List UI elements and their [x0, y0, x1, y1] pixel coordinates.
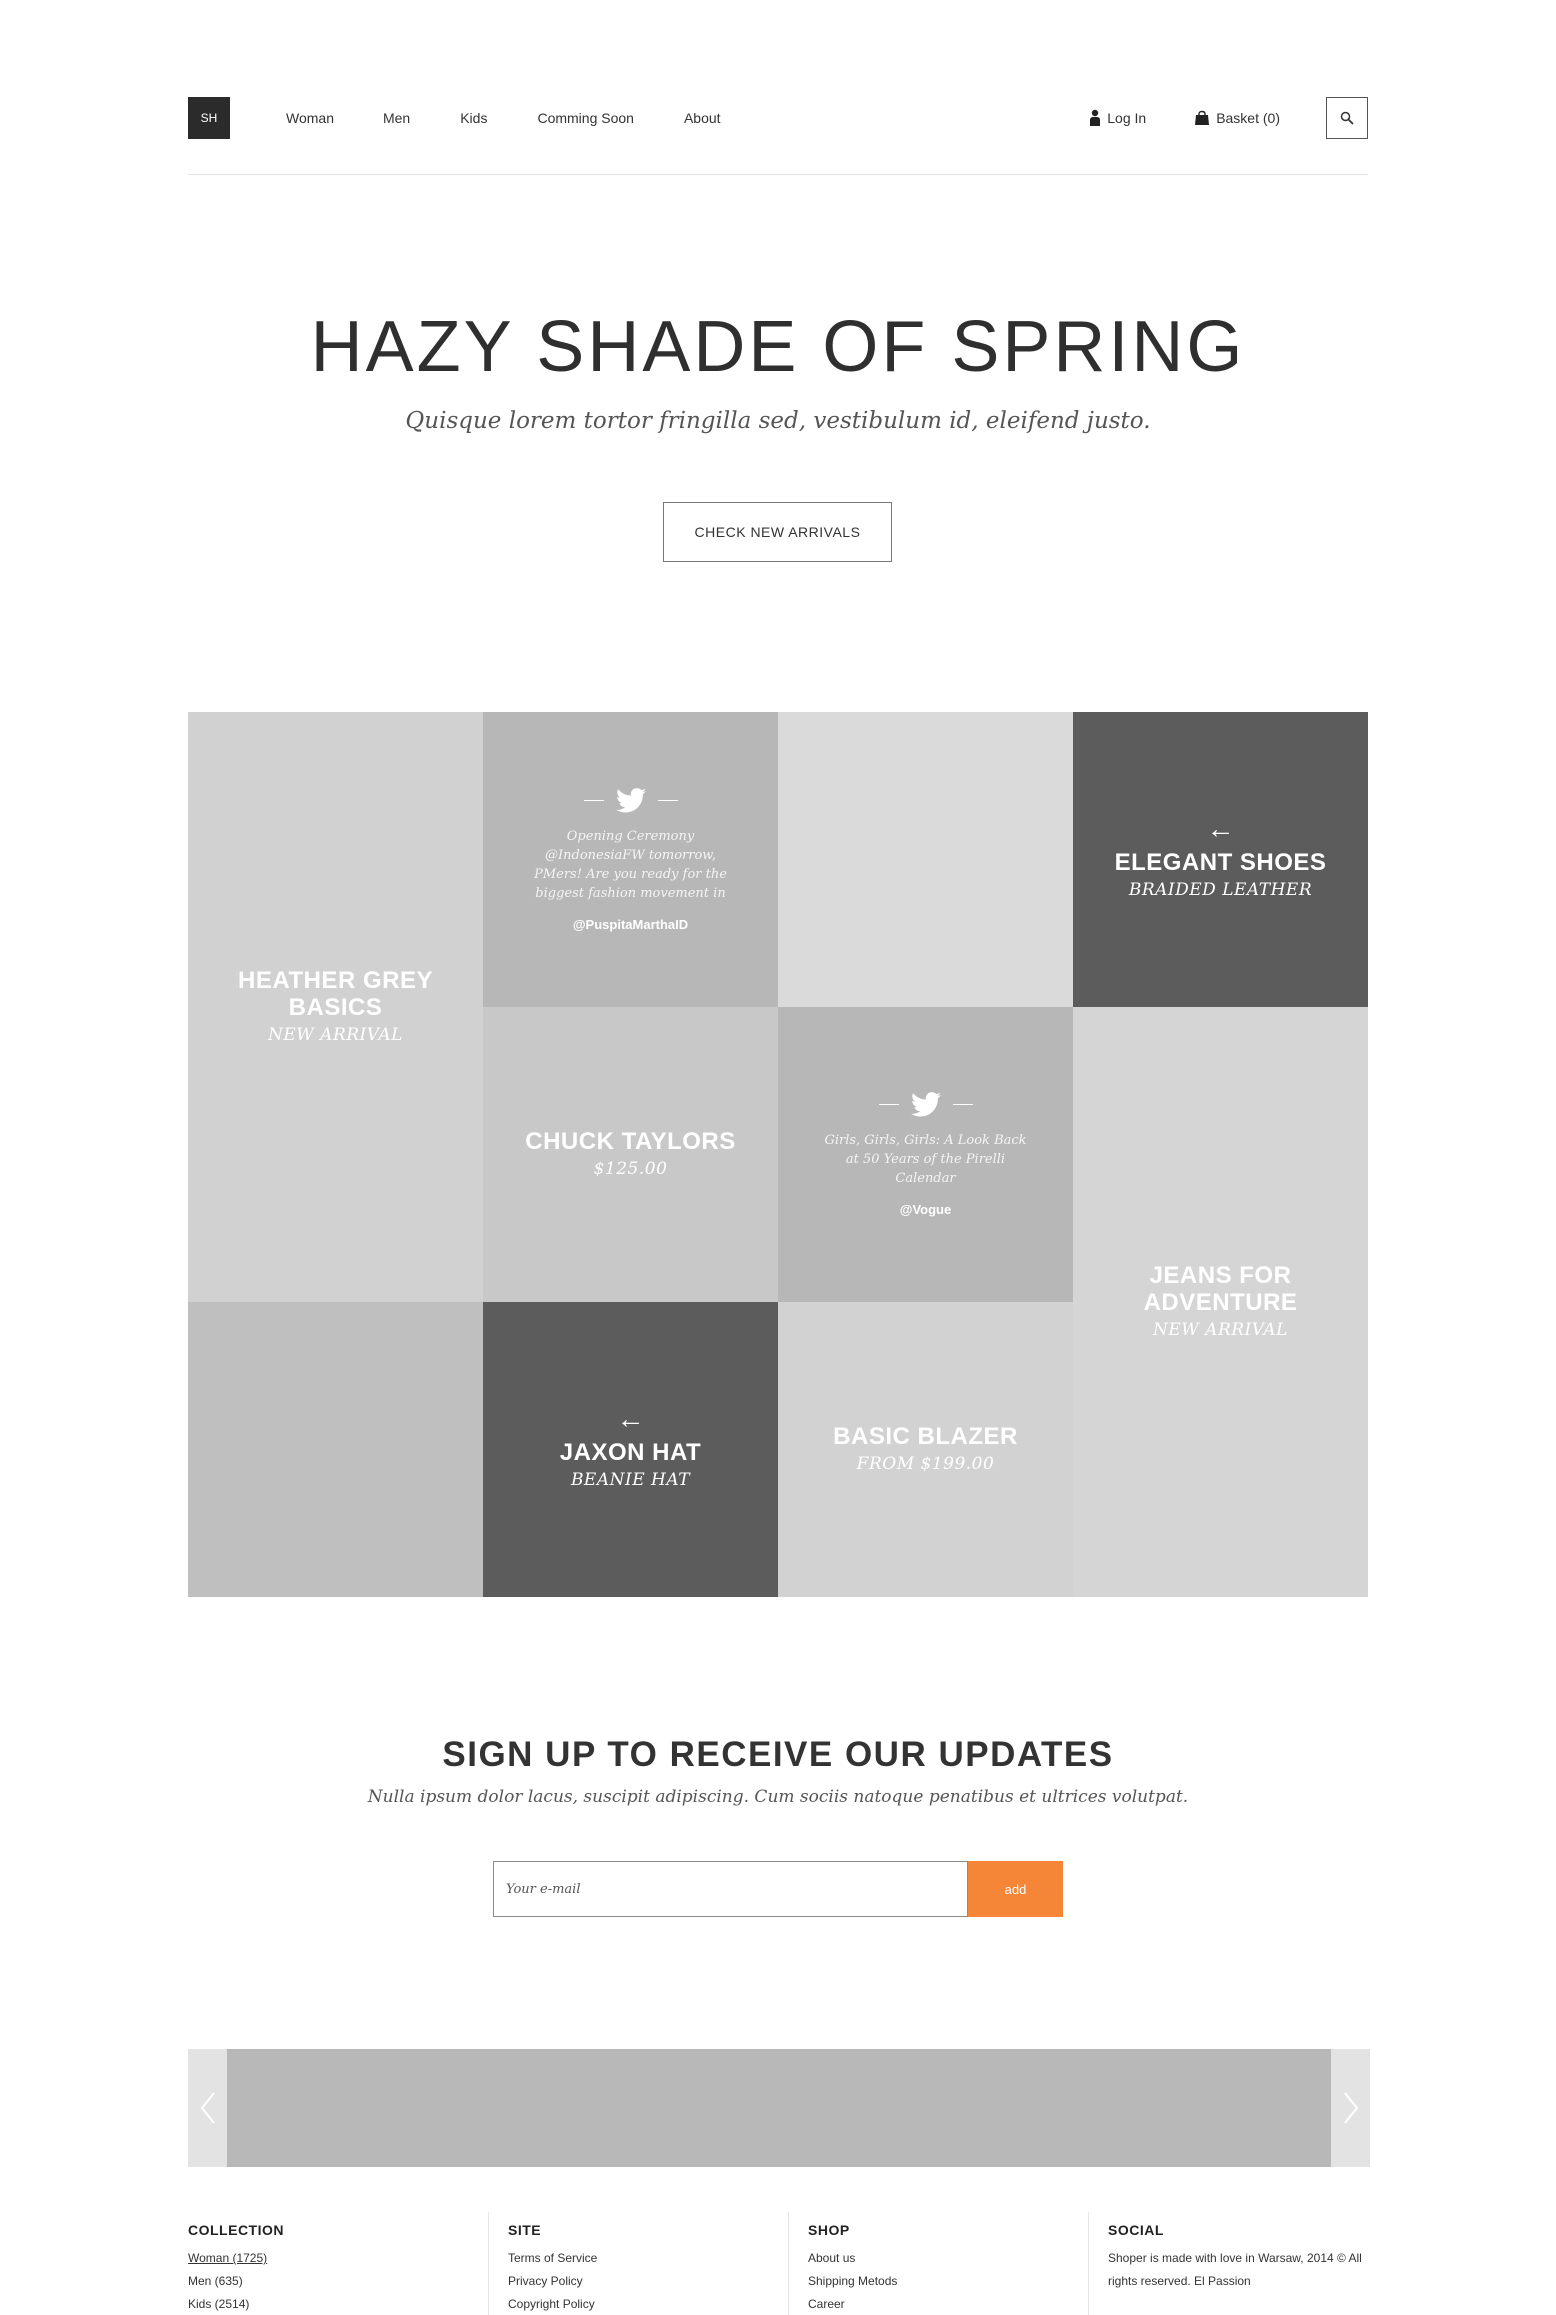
footer-col-site: SITE Terms of Service Privacy Policy Cop… [488, 2212, 788, 2315]
tile-subtitle: BEANIE HAT [570, 1470, 691, 1490]
tile-price: $125.00 [593, 1159, 668, 1179]
login-link[interactable]: Log In [1089, 109, 1146, 127]
footer-link-shipping[interactable]: Shipping Metods [808, 2270, 1088, 2293]
footer-link-privacy[interactable]: Privacy Policy [508, 2270, 788, 2293]
product-grid: HEATHER GREY BASICS NEW ARRIVAL Opening … [188, 712, 1368, 1597]
search-button[interactable] [1326, 97, 1368, 139]
basket-label: Basket (0) [1216, 110, 1280, 126]
chevron-right-icon [1343, 2092, 1358, 2124]
footer-link-career[interactable]: Career [808, 2293, 1088, 2315]
footer-link-men[interactable]: Men (635) [188, 2270, 488, 2293]
check-new-arrivals-button[interactable]: CHECK NEW ARRIVALS [663, 502, 892, 562]
divider [657, 799, 678, 801]
main-nav: Woman Men Kids Comming Soon About [286, 97, 771, 139]
tweet-header [867, 1092, 985, 1117]
nav-item-men[interactable]: Men [383, 110, 410, 126]
footer-copyright-text: Shoper is made with love in Warsaw, 2014… [1108, 2251, 1362, 2288]
tile-title: JAXON HAT [559, 1439, 702, 1466]
nav-item-about[interactable]: About [684, 110, 721, 126]
signup-title: SIGN UP TO RECEIVE OUR UPDATES [442, 1735, 1114, 1774]
footer-col-social: SOCIAL Shoper is made with love in Warsa… [1088, 2212, 1368, 2315]
tile-subtitle: NEW ARRIVAL [268, 1025, 403, 1045]
tile-heather-grey-basics[interactable]: HEATHER GREY BASICS NEW ARRIVAL [188, 712, 483, 1302]
tile-title: JEANS FOR ADVENTURE [1143, 1262, 1298, 1316]
footer-heading: COLLECTION [188, 2222, 284, 2238]
tile-subtitle: BRAIDED LEATHER [1128, 880, 1313, 900]
tile-title: ELEGANT SHOES [1114, 849, 1327, 876]
tweet-header [572, 787, 690, 813]
tweet-user[interactable]: @PuspitaMarthaID [573, 917, 688, 932]
tweet-text: Opening Ceremony @IndonesiaFW tomorrow, … [534, 828, 727, 901]
footer-link-copyright[interactable]: Copyright Policy [508, 2293, 788, 2315]
add-button[interactable]: add [968, 1861, 1063, 1917]
tile-jaxon-hat[interactable]: ← JAXON HAT BEANIE HAT [483, 1302, 778, 1597]
carousel [188, 2049, 1370, 2167]
tile-price: FROM $199.00 [856, 1454, 995, 1474]
hero-subtitle: Quisque lorem tortor fringilla sed, vest… [405, 408, 1151, 434]
divider [878, 1104, 899, 1105]
site-footer: COLLECTION Woman (1725) Men (635) Kids (… [188, 2212, 1368, 2315]
basket-icon [1195, 110, 1210, 125]
user-links: Log In Basket (0) [1089, 97, 1280, 139]
tile-image-placeholder[interactable] [778, 712, 1073, 1007]
footer-link-kids[interactable]: Kids (2514) [188, 2293, 488, 2315]
twitter-icon [615, 787, 646, 812]
footer-heading: SHOP [808, 2222, 850, 2238]
nav-item-woman[interactable]: Woman [286, 110, 334, 126]
basket-link[interactable]: Basket (0) [1194, 110, 1280, 126]
login-label: Log In [1107, 110, 1147, 126]
tile-elegant-shoes[interactable]: ← ELEGANT SHOES BRAIDED LEATHER [1073, 712, 1368, 1007]
tile-jeans-for-adventure[interactable]: JEANS FOR ADVENTURE NEW ARRIVAL [1073, 1007, 1368, 1597]
divider [583, 799, 604, 801]
footer-heading: SOCIAL [1108, 2222, 1164, 2238]
site-header: SH Woman Men Kids Comming Soon About Log… [188, 97, 1368, 139]
arrow-left-icon: ← [616, 1403, 645, 1434]
tile-title: BASIC BLAZER [833, 1423, 1018, 1450]
signup-subtitle: Nulla ipsum dolor lacus, suscipit adipis… [367, 1787, 1189, 1807]
carousel-prev-button[interactable] [188, 2049, 227, 2167]
tile-tweet-vogue[interactable]: Girls, Girls, Girls: A Look Back at 50 Y… [778, 1007, 1073, 1302]
tile-image-placeholder[interactable] [188, 1302, 483, 1597]
search-icon [1340, 111, 1354, 125]
footer-link-about-us[interactable]: About us [808, 2247, 1088, 2270]
footer-link-woman[interactable]: Woman (1725) [188, 2247, 488, 2270]
footer-col-collection: COLLECTION Woman (1725) Men (635) Kids (… [188, 2212, 488, 2315]
tweet-text: Girls, Girls, Girls: A Look Back at 50 Y… [824, 1133, 1027, 1186]
footer-heading: SITE [508, 2222, 542, 2238]
footer-col-shop: SHOP About us Shipping Metods Career [788, 2212, 1088, 2315]
divider [952, 1104, 973, 1105]
tweet-user[interactable]: @Vogue [900, 1202, 951, 1217]
tile-tweet-puspita[interactable]: Opening Ceremony @IndonesiaFW tomorrow, … [483, 712, 778, 1007]
nav-item-kids[interactable]: Kids [460, 110, 487, 126]
tile-chuck-taylors[interactable]: CHUCK TAYLORS $125.00 [483, 1007, 778, 1302]
tile-title: HEATHER GREY BASICS [238, 967, 433, 1021]
hero-title: HAZY SHADE OF SPRING [310, 307, 1246, 387]
tile-subtitle: NEW ARRIVAL [1153, 1320, 1288, 1340]
carousel-next-button[interactable] [1331, 2049, 1370, 2167]
footer-link-terms[interactable]: Terms of Service [508, 2247, 788, 2270]
nav-item-comming-soon[interactable]: Comming Soon [537, 110, 634, 126]
header-divider [188, 174, 1368, 175]
user-icon [1090, 109, 1101, 126]
logo[interactable]: SH [188, 97, 230, 139]
tile-title: CHUCK TAYLORS [525, 1128, 736, 1155]
tile-basic-blazer[interactable]: BASIC BLAZER FROM $199.00 [778, 1302, 1073, 1597]
email-field[interactable] [493, 1861, 968, 1917]
signup-form: add [493, 1861, 1063, 1917]
arrow-left-icon: ← [1206, 813, 1235, 844]
chevron-left-icon [200, 2092, 215, 2124]
twitter-icon [910, 1092, 941, 1117]
